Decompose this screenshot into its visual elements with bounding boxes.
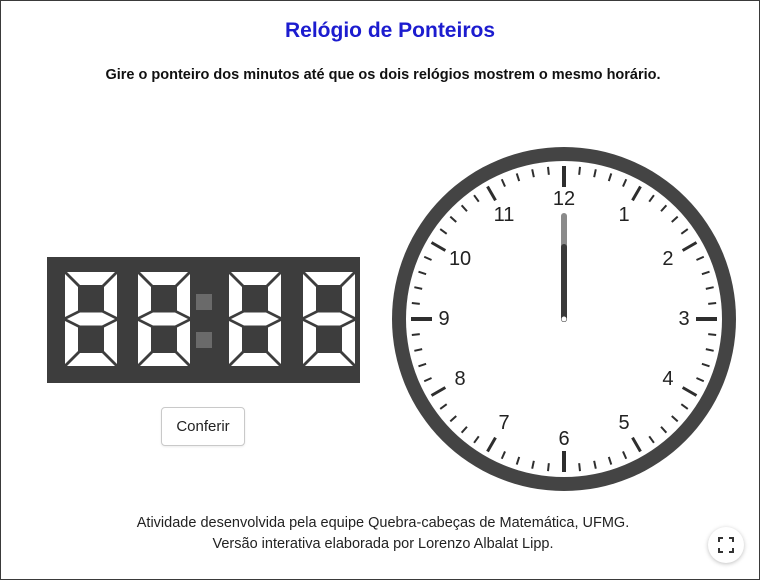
numeral-9: 9 <box>438 308 449 330</box>
segment-d <box>305 353 353 366</box>
center-pin <box>561 316 567 322</box>
numeral-10: 10 <box>449 248 471 270</box>
digit-3 <box>229 272 281 366</box>
colon-dot-top <box>196 294 212 310</box>
numeral-4: 4 <box>662 368 673 390</box>
segment-a <box>140 272 188 285</box>
numeral-12: 12 <box>553 188 575 210</box>
segment-g <box>67 312 115 326</box>
numeral-5: 5 <box>618 412 629 434</box>
segment-a <box>231 272 279 285</box>
numeral-11: 11 <box>494 204 515 226</box>
app-frame: Relógio de Ponteiros Gire o ponteiro dos… <box>0 0 760 580</box>
analog-clock[interactable]: 12 1 2 3 4 5 6 7 8 9 10 11 <box>391 146 737 497</box>
colon-dot-bottom <box>196 332 212 348</box>
digital-clock <box>47 257 360 383</box>
segment-g <box>305 312 353 326</box>
tick-mark <box>547 463 550 472</box>
instruction-text: Gire o ponteiro dos minutos até que os d… <box>105 67 661 83</box>
numeral-1: 1 <box>618 204 629 226</box>
digit-2 <box>138 272 190 366</box>
tick-mark <box>411 333 420 336</box>
tick-mark <box>708 302 717 305</box>
segment-a <box>305 272 353 285</box>
credits: Atividade desenvolvida pela equipe Quebr… <box>1 513 760 555</box>
digital-display <box>65 272 355 366</box>
segment-d <box>231 353 279 366</box>
analog-clock-face[interactable]: 121234567891011 <box>391 146 737 492</box>
page-title: Relógio de Ponteiros <box>284 19 496 42</box>
numeral-8: 8 <box>455 368 466 390</box>
tick-mark <box>411 302 420 305</box>
numeral-7: 7 <box>498 412 509 434</box>
credits-line-2: Versão interativa elaborada por Lorenzo … <box>212 536 554 552</box>
digit-4 <box>303 272 355 366</box>
numeral-2: 2 <box>662 248 673 270</box>
numeral-6: 6 <box>558 428 569 450</box>
segment-g <box>140 312 188 326</box>
fullscreen-icon <box>718 537 734 553</box>
tick-mark <box>578 166 581 175</box>
segment-d <box>140 353 188 366</box>
check-button[interactable]: Conferir <box>161 407 245 446</box>
segment-d <box>67 353 115 366</box>
numeral-3: 3 <box>678 308 689 330</box>
digit-1 <box>65 272 117 366</box>
credits-line-1: Atividade desenvolvida pela equipe Quebr… <box>136 515 630 531</box>
tick-mark <box>547 166 550 175</box>
tick-mark <box>708 333 717 336</box>
segment-g <box>231 312 279 326</box>
tick-mark <box>578 463 581 472</box>
segment-a <box>67 272 115 285</box>
fullscreen-button[interactable] <box>708 527 744 563</box>
